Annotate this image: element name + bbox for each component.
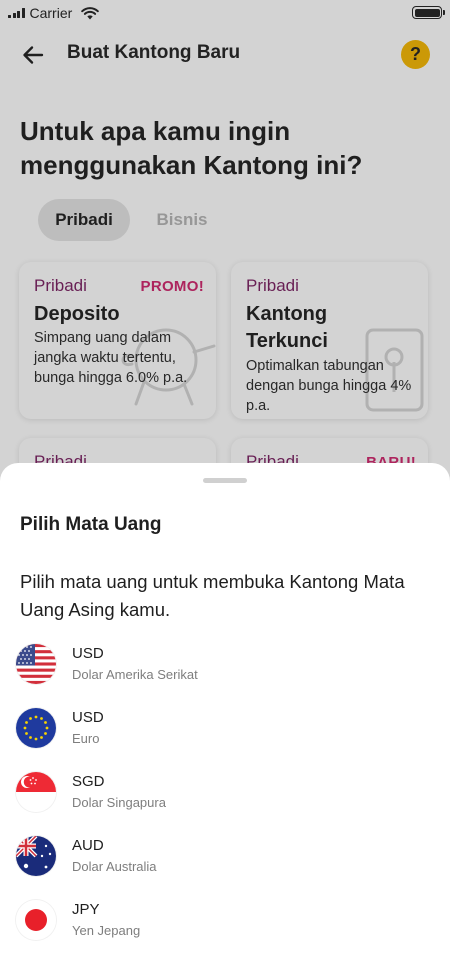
sheet-drag-handle[interactable]: [203, 478, 247, 483]
currency-item-sgd[interactable]: SGD Dolar Singapura: [0, 764, 450, 828]
currency-code: AUD: [72, 837, 104, 854]
currency-item-eur[interactable]: USD Euro: [0, 700, 450, 764]
currency-item-aud[interactable]: AUD Dolar Australia: [0, 828, 450, 892]
currency-name: Dolar Amerika Serikat: [72, 667, 198, 682]
currency-code: USD: [72, 645, 104, 662]
currency-name: Yen Jepang: [72, 923, 141, 938]
jp-flag-icon: [16, 900, 56, 940]
au-flag-icon: [16, 836, 56, 876]
us-flag-icon: [16, 644, 56, 684]
currency-name: Dolar Singapura: [72, 795, 166, 810]
sheet-title: Pilih Mata Uang: [20, 514, 162, 535]
sheet-description: Pilih mata uang untuk membuka Kantong Ma…: [20, 571, 405, 620]
currency-code: JPY: [72, 901, 100, 918]
currency-bottom-sheet: Pilih Mata Uang Pilih mata uang untuk me…: [0, 463, 450, 975]
screen: Carrier Buat Kantong Baru ? Untuk apa ka…: [0, 0, 450, 975]
currency-name: Euro: [72, 731, 100, 746]
eu-flag-icon: [16, 708, 56, 748]
currency-code: SGD: [72, 773, 105, 790]
currency-code: USD: [72, 709, 104, 726]
sg-flag-icon: [16, 772, 56, 812]
currency-item-usd[interactable]: USD Dolar Amerika Serikat: [0, 636, 450, 700]
currency-name: Dolar Australia: [72, 859, 157, 874]
currency-item-jpy[interactable]: JPY Yen Jepang: [0, 892, 450, 956]
